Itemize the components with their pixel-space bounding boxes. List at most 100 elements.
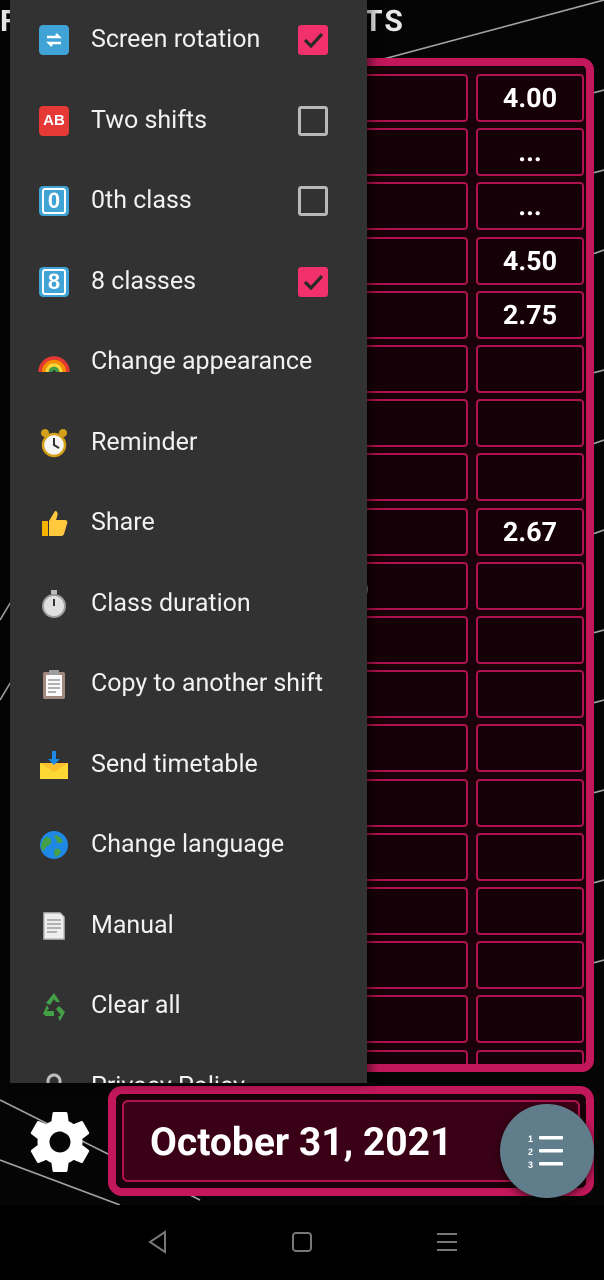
app-title-right: TS [364, 4, 405, 39]
subject-cell[interactable] [358, 74, 468, 122]
menu-item-manual[interactable]: Manual [10, 886, 367, 966]
subject-cell[interactable] [358, 345, 468, 393]
inbox-tray-icon [38, 749, 70, 781]
grade-cell[interactable] [476, 616, 584, 664]
0th-class-checkbox[interactable] [298, 186, 328, 216]
table-row[interactable] [358, 887, 586, 935]
table-row[interactable] [358, 995, 586, 1044]
grade-cell[interactable] [476, 1049, 584, 1064]
subject-cell[interactable] [358, 290, 468, 339]
back-triangle-icon [148, 1230, 166, 1254]
recents-button[interactable] [432, 1227, 462, 1257]
menu-item-label: Send timetable [91, 749, 258, 779]
grade-cell[interactable] [476, 453, 584, 502]
subject-cell[interactable] [358, 616, 468, 664]
menu-lines-icon [437, 1233, 457, 1251]
checkmark-icon [303, 32, 324, 49]
menu-item-share[interactable]: Share [10, 483, 367, 563]
table-row[interactable] [358, 1049, 586, 1064]
menu-item-label: Clear all [91, 991, 181, 1020]
menu-item-copy-to-another-shift[interactable]: Copy to another shift [10, 644, 367, 724]
grade-cell[interactable] [476, 941, 584, 990]
subject-cell[interactable] [358, 670, 468, 719]
numbered-list-button[interactable]: 1 2 3 [500, 1104, 594, 1198]
grade-cell[interactable] [476, 345, 584, 393]
document-icon [38, 910, 70, 942]
menu-item-screen-rotation[interactable]: Screen rotation [10, 0, 367, 80]
grade-cell[interactable] [476, 995, 584, 1044]
table-row[interactable] [358, 399, 586, 448]
menu-item-privacy-policy[interactable]: Privacy Policy [10, 1047, 367, 1083]
thumbs-up-icon [38, 507, 70, 539]
subject-cell[interactable] [358, 1049, 468, 1064]
table-row[interactable] [358, 453, 586, 502]
subject-cell[interactable] [358, 724, 468, 773]
menu-item-change-language[interactable]: Change language [10, 805, 367, 885]
table-row[interactable] [358, 941, 586, 990]
rainbow-icon [38, 346, 70, 378]
subject-cell[interactable] [358, 561, 468, 610]
grade-cell[interactable]: ... [476, 128, 584, 177]
bottom-bar: October 31, 2021 1 2 3 [0, 1082, 604, 1205]
menu-item-reminder[interactable]: Reminder [10, 403, 367, 483]
menu-item-class-duration[interactable]: Class duration [10, 564, 367, 644]
table-row[interactable] [358, 561, 586, 610]
menu-item-label: 0th class [91, 186, 192, 215]
svg-text:3: 3 [528, 1160, 533, 1170]
subject-cell[interactable] [358, 941, 468, 990]
table-row[interactable]: ... [358, 182, 586, 231]
svg-text:2: 2 [528, 1147, 533, 1157]
menu-item-clear-all[interactable]: Clear all [10, 966, 367, 1046]
subject-cell[interactable] [358, 182, 468, 231]
grade-cell[interactable]: 2.75 [476, 290, 584, 339]
subject-cell[interactable] [358, 832, 468, 881]
table-row[interactable]: 2.75 [358, 290, 586, 339]
grade-cell[interactable] [476, 778, 584, 827]
table-row[interactable] [358, 724, 586, 773]
subject-cell[interactable] [358, 128, 468, 177]
keycap-0-icon: 0 [38, 185, 70, 217]
table-row[interactable] [358, 345, 586, 393]
menu-item-label: Two shifts [91, 105, 207, 135]
grade-cell[interactable] [476, 399, 584, 448]
subject-cell[interactable] [358, 778, 468, 827]
home-button[interactable] [287, 1227, 317, 1257]
menu-item-label: Screen rotation [91, 25, 261, 54]
table-row[interactable]: 4.50 [358, 236, 586, 285]
grade-cell[interactable] [476, 670, 584, 719]
subject-cell[interactable] [358, 887, 468, 935]
subject-cell[interactable] [358, 453, 468, 502]
table-row[interactable] [358, 670, 586, 719]
menu-item-send-timetable[interactable]: Send timetable [10, 725, 367, 805]
grade-cell[interactable]: ... [476, 182, 584, 231]
grade-cell[interactable]: 4.00 [476, 74, 584, 122]
menu-item-0th-class[interactable]: 0 0th class [10, 161, 367, 241]
menu-item-change-appearance[interactable]: Change appearance [10, 322, 367, 402]
grade-cell[interactable] [476, 561, 584, 610]
grade-cell[interactable] [476, 724, 584, 773]
menu-item-8-classes[interactable]: 8 8 classes [10, 242, 367, 322]
subject-cell[interactable] [358, 507, 468, 556]
table-row[interactable]: 2.67 [358, 507, 586, 556]
table-row[interactable]: 4.00 [358, 74, 586, 122]
back-button[interactable] [144, 1227, 174, 1257]
menu-item-label: Manual [91, 910, 174, 940]
subject-cell[interactable] [358, 995, 468, 1044]
screen-rotation-checkbox[interactable] [298, 25, 328, 55]
menu-item-label: Copy to another shift [91, 669, 324, 698]
menu-item-two-shifts[interactable]: AB Two shifts [10, 81, 367, 161]
grade-cell[interactable] [476, 887, 584, 935]
subject-cell[interactable] [358, 399, 468, 448]
grade-cell[interactable]: 2.67 [476, 507, 584, 556]
grade-cell[interactable] [476, 832, 584, 881]
subject-cell[interactable] [358, 236, 468, 285]
settings-button[interactable] [24, 1106, 96, 1178]
table-row[interactable] [358, 616, 586, 664]
table-row[interactable] [358, 778, 586, 827]
grade-cell[interactable]: 4.50 [476, 236, 584, 285]
table-row[interactable]: ... [358, 128, 586, 177]
8-classes-checkbox[interactable] [298, 266, 328, 297]
table-row[interactable] [358, 832, 586, 881]
alarm-clock-icon [38, 427, 70, 459]
two-shifts-checkbox[interactable] [298, 105, 328, 136]
